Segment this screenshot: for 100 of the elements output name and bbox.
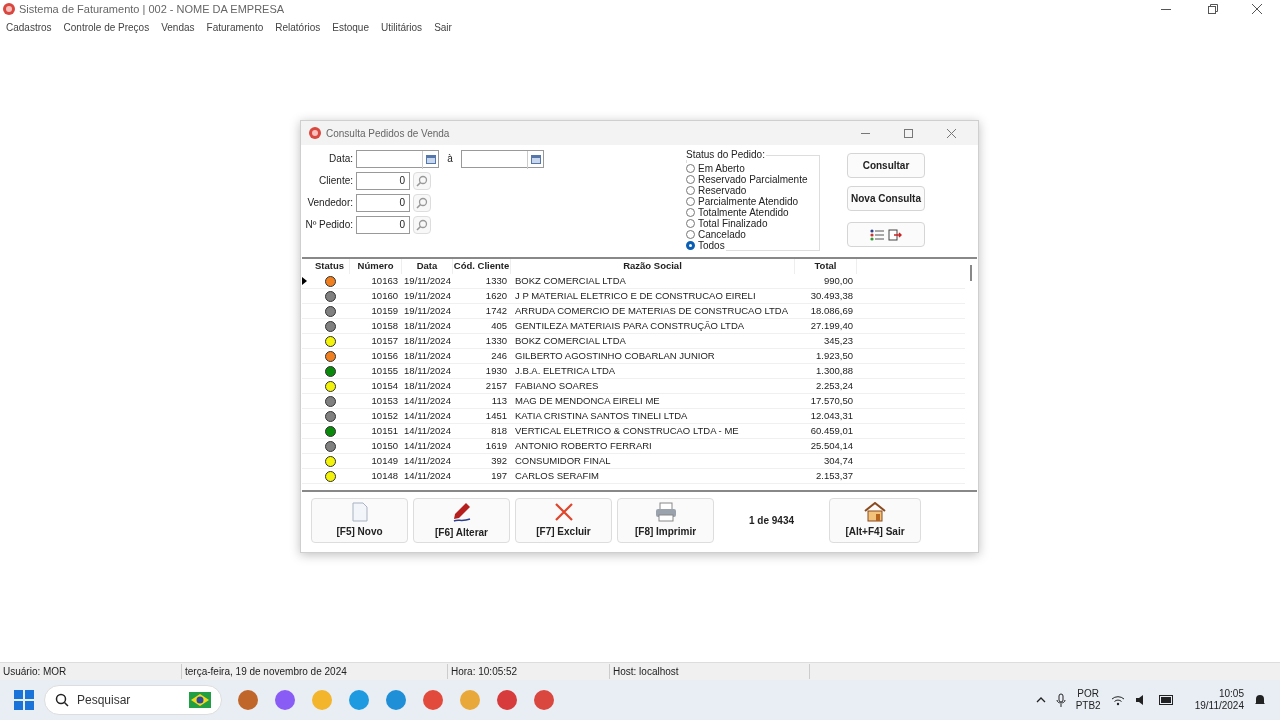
search-button[interactable] (413, 171, 431, 190)
taskbar-app-icon[interactable] (348, 689, 370, 711)
status-radio[interactable]: Reservado Parcialmente (686, 174, 809, 185)
table-cell-text: VERTICAL ELETRICO & CONSTRUCAO LTDA - ME (514, 423, 740, 438)
status-radio[interactable]: Totalmente Atendido (686, 207, 790, 218)
table-cell-text: 990,00 (822, 273, 854, 288)
table-cell-text: GENTILEZA MATERIAIS PARA CONSTRUÇÃO LTDA (514, 318, 746, 333)
column-header[interactable]: Status (310, 259, 350, 274)
table-cell-text: 10157 (370, 333, 399, 348)
input-field[interactable]: 0 (356, 171, 410, 190)
current-row-indicator-icon (302, 277, 307, 285)
table-cell-text: 113 (490, 393, 508, 408)
status-radio[interactable]: Cancelado (686, 229, 747, 240)
battery-icon[interactable] (1158, 695, 1175, 705)
document-icon (351, 502, 368, 522)
status-radio[interactable]: Parcialmente Atendido (686, 196, 800, 207)
table-cell-text: ANTONIO ROBERTO FERRARI (514, 438, 653, 453)
column-header[interactable]: Total (795, 259, 857, 274)
table-cell-text: 10151 (370, 423, 399, 438)
tray-chevron-icon[interactable] (1035, 697, 1046, 703)
table-cell-text: 30.493,38 (809, 288, 854, 303)
table-cell-text: 1.923,50 (815, 348, 854, 363)
menu-item[interactable]: Utilitários (381, 19, 423, 35)
table-cell-text: 10148 (370, 468, 399, 483)
language-indicator[interactable]: POR (1077, 688, 1099, 700)
table-cell-text: 14/11/2024 (403, 453, 452, 468)
app-logo-icon (3, 3, 15, 15)
taskbar-app-icon[interactable] (496, 689, 518, 711)
taskbar-app-icon[interactable] (533, 689, 555, 711)
menu-item[interactable]: Estoque (332, 19, 369, 35)
table-cell-text: FABIANO SOARES (514, 378, 600, 393)
dialog-title: Consulta Pedidos de Venda (326, 126, 450, 141)
toolbar-button[interactable]: [F6] Alterar (413, 498, 510, 543)
cross-icon (553, 502, 574, 522)
record-count: 1 de 9434 (747, 514, 795, 528)
action-button[interactable]: Consultar (847, 153, 925, 178)
table-cell-text: 10154 (370, 378, 399, 393)
table-cell-text: 19/11/2024 (403, 273, 452, 288)
house-icon (864, 502, 886, 522)
toolbar-button[interactable]: [F7] Excluir (515, 498, 612, 543)
date-field[interactable] (356, 149, 439, 168)
table-cell-text: GILBERTO AGOSTINHO COBARLAN JUNIOR (514, 348, 716, 363)
date-range-separator: à (446, 152, 454, 166)
input-field[interactable]: 0 (356, 215, 410, 234)
table-cell-text: 14/11/2024 (403, 408, 452, 423)
date-field[interactable] (461, 149, 544, 168)
action-button[interactable]: Nova Consulta (847, 186, 925, 211)
menu-item[interactable]: Sair (434, 19, 452, 35)
column-header[interactable]: Número (350, 259, 402, 274)
start-icon[interactable] (14, 690, 34, 710)
table-cell-text: 2.253,24 (815, 378, 854, 393)
taskbar-app-icon[interactable] (422, 689, 444, 711)
menu-item[interactable]: Faturamento (206, 19, 264, 35)
input-field[interactable]: 0 (356, 193, 410, 212)
menu-item[interactable]: Vendas (161, 19, 195, 35)
calendar-button[interactable] (527, 150, 543, 169)
column-header[interactable]: Razão Social (511, 259, 795, 274)
table-cell-text: 197 (490, 468, 508, 483)
menu-item[interactable]: Relatórios (275, 19, 321, 35)
table-cell-text: 10158 (370, 318, 399, 333)
taskbar-search-field[interactable]: Pesquisar (44, 685, 222, 715)
keyboard-layout-indicator[interactable]: PTB2 (1075, 700, 1101, 712)
table-cell-text: 1619 (484, 438, 508, 453)
calendar-button[interactable] (422, 150, 438, 169)
legend-button[interactable] (847, 222, 925, 247)
table-cell-text: 18/11/2024 (403, 348, 452, 363)
taskbar-app-icon[interactable] (385, 689, 407, 711)
status-radio[interactable]: Reservado (686, 185, 748, 196)
status-radio[interactable]: Total Finalizado (686, 218, 769, 229)
table-cell-text: 18/11/2024 (403, 378, 452, 393)
table-cell-text: 17.570,50 (809, 393, 854, 408)
microphone-icon[interactable] (1055, 693, 1066, 707)
taskbar-app-icon[interactable] (237, 689, 259, 711)
clock-date[interactable]: 19/11/2024 (1194, 700, 1244, 712)
exit-button[interactable]: [Alt+F4] Sair (829, 498, 921, 543)
calendar-icon (530, 155, 541, 164)
status-radio[interactable]: Todos (686, 240, 726, 251)
status-bar-text: Hora: 10:05:52 (448, 664, 610, 679)
field-label: Cliente: (318, 174, 353, 188)
search-button[interactable] (413, 193, 431, 212)
column-header[interactable]: Data (402, 259, 453, 274)
status-radio[interactable]: Em Aberto (686, 163, 746, 174)
menu-item[interactable]: Controle de Preços (63, 19, 150, 35)
menu-item[interactable]: Cadastros (6, 19, 52, 35)
table-cell-text: 2157 (484, 378, 508, 393)
taskbar-app-icon[interactable] (274, 689, 296, 711)
search-button[interactable] (413, 215, 431, 234)
table-cell-text: J.B.A. ELETRICA LTDA (514, 363, 617, 378)
table-cell-text: 18.086,69 (809, 303, 854, 318)
table-cell-text: 818 (490, 423, 508, 438)
table-cell-text: 14/11/2024 (403, 468, 452, 483)
table-cell-text: 10153 (370, 393, 399, 408)
toolbar-button[interactable]: [F5] Novo (311, 498, 408, 543)
maximize-icon (903, 128, 913, 138)
notification-bell-icon[interactable] (1254, 693, 1266, 707)
clock-time[interactable]: 10:05 (1218, 688, 1244, 700)
column-header[interactable]: Cód. Cliente (453, 259, 511, 274)
wifi-icon[interactable] (1110, 694, 1125, 706)
toolbar-button[interactable]: [F8] Imprimir (617, 498, 714, 543)
table-cell-text: CARLOS SERAFIM (514, 468, 600, 483)
